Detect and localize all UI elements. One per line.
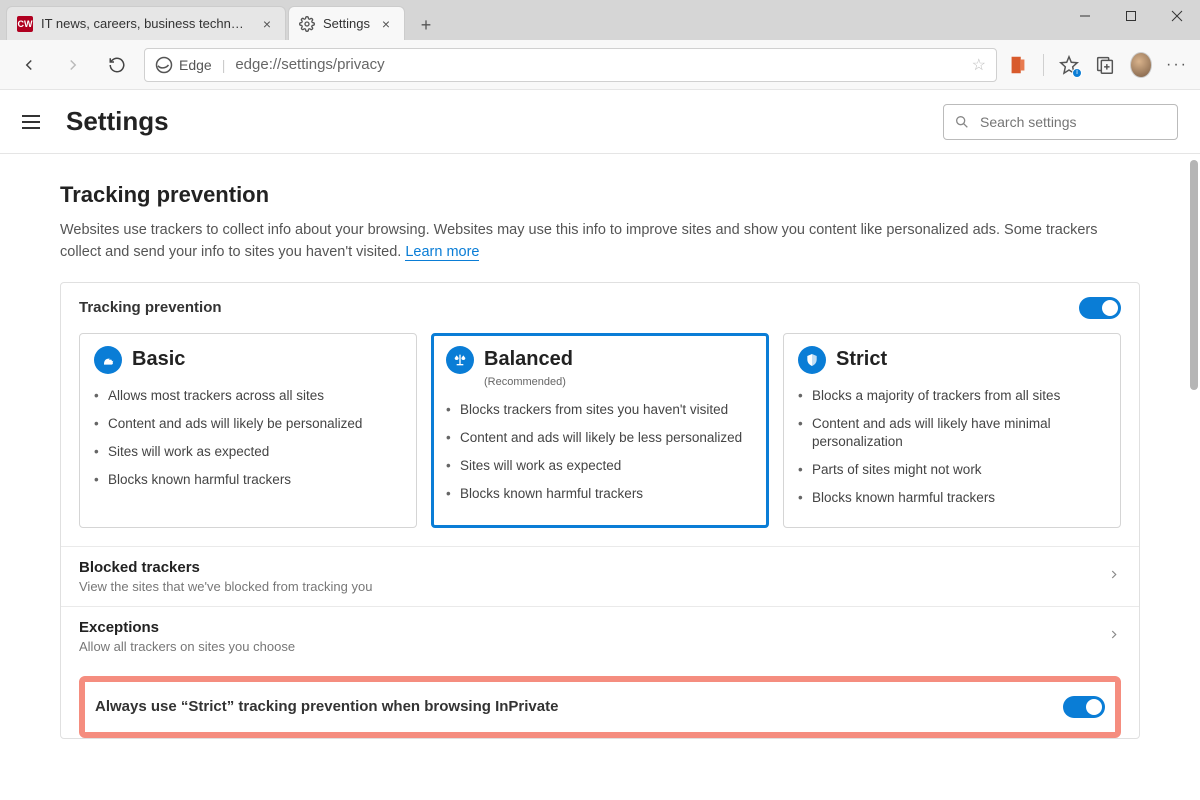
page-title: Settings (66, 106, 923, 137)
settings-content: Tracking prevention Websites use tracker… (0, 154, 1200, 800)
gear-icon (299, 16, 315, 32)
level-title: Balanced (484, 348, 573, 371)
chevron-right-icon (1107, 628, 1121, 645)
chevron-right-icon (1107, 568, 1121, 585)
exceptions-row[interactable]: Exceptions Allow all trackers on sites y… (61, 606, 1139, 666)
level-balanced[interactable]: Balanced (Recommended) Blocks trackers f… (431, 333, 769, 528)
browser-tab-cw[interactable]: CW IT news, careers, business technology… (6, 6, 286, 40)
level-bullet: Content and ads will likely be less pers… (446, 424, 754, 452)
address-toolbar: Edge | edge://settings/privacy ☆ i ··· (0, 40, 1200, 90)
level-bullet: Sites will work as expected (446, 452, 754, 480)
window-titlebar: CW IT news, careers, business technology… (0, 0, 1200, 40)
cw-favicon: CW (17, 16, 33, 32)
level-bullet: Content and ads will likely be personali… (94, 410, 402, 438)
level-bullets: Blocks a majority of trackers from all s… (798, 382, 1106, 513)
section-title: Tracking prevention (60, 182, 1140, 208)
forward-button[interactable] (56, 48, 90, 82)
blocked-trackers-row[interactable]: Blocked trackers View the sites that we'… (61, 546, 1139, 606)
close-icon[interactable]: × (259, 16, 275, 32)
row-description: Allow all trackers on sites you choose (79, 639, 1121, 654)
level-bullet: Blocks trackers from sites you haven't v… (446, 396, 754, 424)
separator: | (222, 57, 226, 73)
tracking-prevention-panel: Tracking prevention Basic Allows most tr… (60, 282, 1140, 739)
level-bullet: Blocks a majority of trackers from all s… (798, 382, 1106, 410)
search-icon (954, 114, 970, 130)
refresh-button[interactable] (100, 48, 134, 82)
level-basic[interactable]: Basic Allows most trackers across all si… (79, 333, 417, 528)
shield-icon (798, 346, 826, 374)
address-bar[interactable]: Edge | edge://settings/privacy ☆ (144, 48, 997, 82)
url-text: edge://settings/privacy (235, 56, 961, 73)
hamburger-menu-button[interactable] (22, 110, 46, 134)
level-title: Strict (836, 348, 887, 371)
squirrel-icon (94, 346, 122, 374)
level-bullet: Blocks known harmful trackers (94, 466, 402, 494)
window-controls (1062, 0, 1200, 32)
tab-label: Settings (323, 16, 370, 31)
separator (1043, 54, 1044, 76)
favorites-icon[interactable]: i (1058, 54, 1080, 76)
search-settings-field[interactable] (943, 104, 1178, 140)
level-bullet: Sites will work as expected (94, 438, 402, 466)
row-description: View the sites that we've blocked from t… (79, 579, 1121, 594)
row-title: Blocked trackers (79, 559, 1121, 576)
office-icon[interactable] (1007, 54, 1029, 76)
close-icon[interactable]: × (378, 16, 394, 32)
search-settings-input[interactable] (978, 113, 1167, 131)
browser-tab-settings[interactable]: Settings × (288, 6, 405, 40)
edge-icon (155, 56, 173, 74)
tracking-levels: Basic Allows most trackers across all si… (61, 329, 1139, 546)
level-title: Basic (132, 348, 185, 371)
level-bullet: Content and ads will likely have minimal… (798, 410, 1106, 456)
panel-title: Tracking prevention (79, 299, 222, 316)
tracking-toggle[interactable] (1079, 297, 1121, 319)
scales-icon (446, 346, 474, 374)
level-bullet: Blocks known harmful trackers (446, 480, 754, 508)
back-button[interactable] (12, 48, 46, 82)
highlight-box: Always use “Strict” tracking prevention … (79, 676, 1121, 738)
profile-avatar[interactable] (1130, 54, 1152, 76)
level-bullet: Blocks known harmful trackers (798, 484, 1106, 512)
row-title: Always use “Strict” tracking prevention … (95, 698, 558, 715)
site-identity[interactable]: Edge (155, 56, 212, 74)
level-subtitle: (Recommended) (484, 376, 754, 388)
row-title: Exceptions (79, 619, 1121, 636)
level-bullets: Blocks trackers from sites you haven't v… (446, 396, 754, 509)
collections-icon[interactable] (1094, 54, 1116, 76)
level-bullet: Allows most trackers across all sites (94, 382, 402, 410)
strict-inprivate-row[interactable]: Always use “Strict” tracking prevention … (85, 682, 1115, 732)
toolbar-icons: i ··· (1007, 54, 1188, 76)
tab-label: IT news, careers, business technology (41, 16, 251, 31)
maximize-button[interactable] (1108, 0, 1154, 32)
window-close-button[interactable] (1154, 0, 1200, 32)
settings-header: Settings (0, 90, 1200, 154)
site-identity-label: Edge (179, 57, 212, 73)
star-icon[interactable]: ☆ (972, 55, 986, 75)
panel-header: Tracking prevention (61, 283, 1139, 329)
level-strict[interactable]: Strict Blocks a majority of trackers fro… (783, 333, 1121, 528)
minimize-button[interactable] (1062, 0, 1108, 32)
strict-inprivate-toggle[interactable] (1063, 696, 1105, 718)
level-bullets: Allows most trackers across all sites Co… (94, 382, 402, 495)
menu-button[interactable]: ··· (1166, 54, 1188, 76)
level-bullet: Parts of sites might not work (798, 456, 1106, 484)
new-tab-button[interactable]: + (411, 10, 441, 40)
section-description: Websites use trackers to collect info ab… (60, 220, 1140, 264)
badge-icon: i (1072, 68, 1082, 78)
learn-more-link[interactable]: Learn more (405, 244, 479, 261)
